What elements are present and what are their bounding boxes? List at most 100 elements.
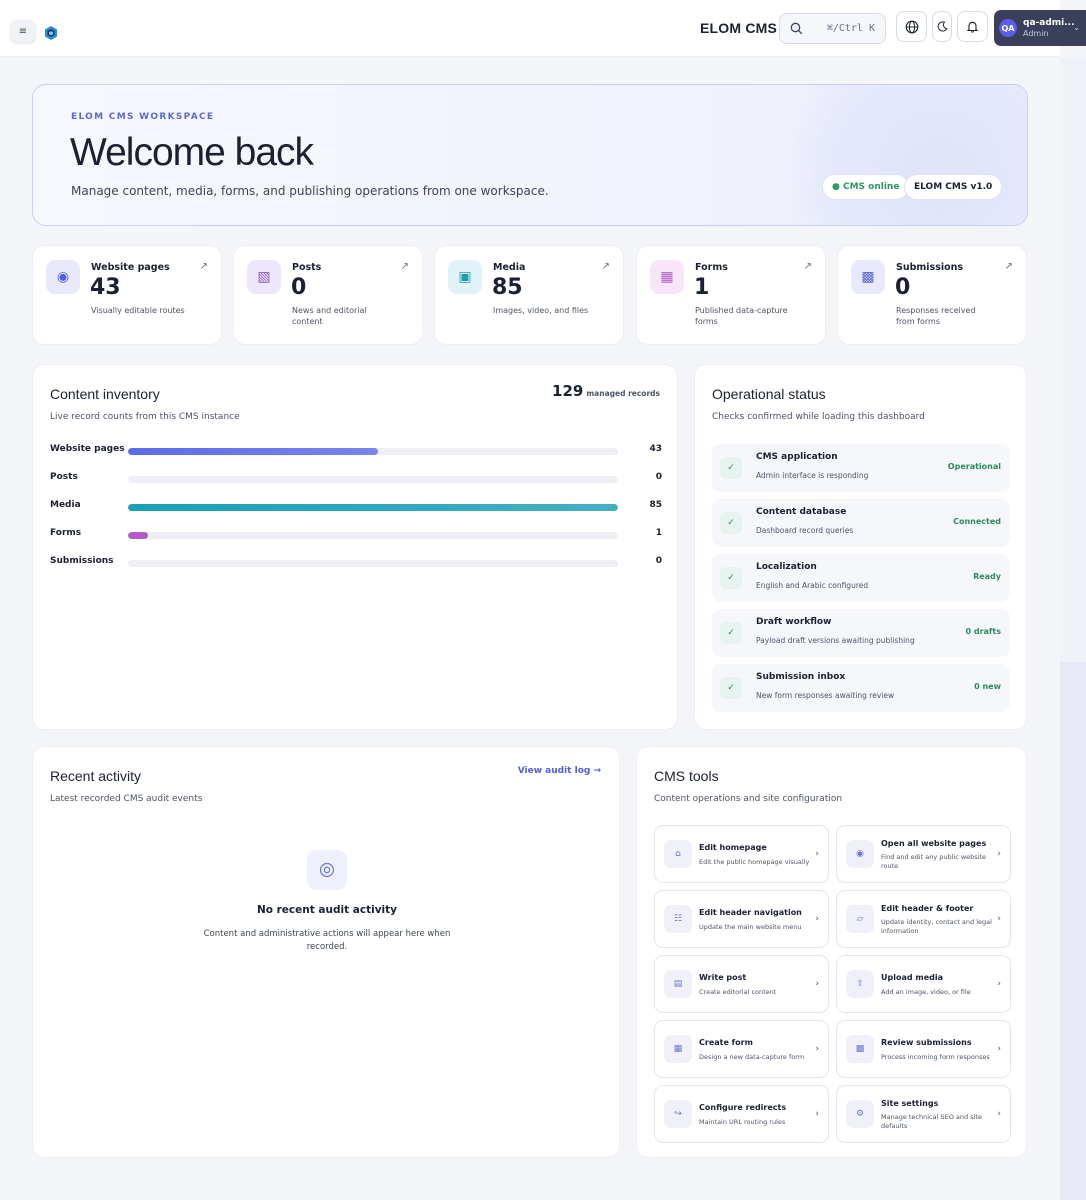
- status-check-title: CMS application: [756, 452, 838, 462]
- inventory-bar-fill: [128, 448, 378, 455]
- status-check-row: ✓ Content database Dashboard record querie…: [712, 499, 1010, 547]
- inventory-value: 0: [655, 472, 662, 482]
- inventory-label: Website pages: [50, 444, 125, 454]
- tool-configure-redirects[interactable]: ↪ Configure redirects Maintain URL routing…: [654, 1085, 829, 1143]
- inventory-subtitle: Live record counts from this CMS instanc…: [50, 412, 240, 422]
- tool-title: Write post: [699, 973, 747, 982]
- managed-records-total: 129 managed records: [552, 382, 660, 400]
- language-button[interactable]: [896, 11, 927, 42]
- tool-description: Edit the public homepage visually: [699, 858, 810, 866]
- external-arrow-icon[interactable]: ↗: [804, 261, 812, 272]
- page-subtitle: Manage content, media, forms, and publis…: [71, 184, 549, 198]
- stat-card-posts[interactable]: ▧ Posts 0 News and editorial content ↗: [233, 245, 423, 345]
- scrollbar-thumb[interactable]: [1060, 662, 1086, 1200]
- tool-description: Maintain URL routing rules: [699, 1118, 786, 1126]
- tool-title: Edit homepage: [699, 843, 767, 852]
- tool-title: Edit header & footer: [881, 904, 974, 913]
- external-arrow-icon[interactable]: ↗: [200, 261, 208, 272]
- stat-description: Visually editable routes: [91, 306, 185, 315]
- brand-title: ELOM CMS: [700, 20, 778, 36]
- inventory-bar-track: [128, 532, 618, 539]
- stat-value: 1: [694, 275, 710, 300]
- check-icon: ✓: [720, 622, 742, 644]
- inventory-row: Submissions 0: [50, 556, 662, 570]
- inventory-value: 43: [649, 444, 662, 454]
- notifications-button[interactable]: [957, 11, 988, 42]
- inventory-label: Media: [50, 500, 81, 510]
- view-audit-log-link[interactable]: View audit log →: [518, 766, 601, 776]
- scrollbar-track[interactable]: [1060, 57, 1086, 662]
- status-badge: 0 drafts: [965, 627, 1002, 636]
- external-arrow-icon[interactable]: ↗: [401, 261, 409, 272]
- tool-edit-header-navigation[interactable]: ☷ Edit header navigation Update the main w…: [654, 890, 829, 948]
- posts-icon: ▧: [247, 260, 281, 294]
- avatar: QA: [999, 19, 1017, 37]
- status-check-row: ✓ Draft workflow Payload draft versions aw…: [712, 609, 1010, 657]
- tool-title: Review submissions: [881, 1038, 972, 1047]
- search-button[interactable]: ⌘/Ctrl K: [779, 13, 886, 44]
- moon-icon: [937, 21, 948, 32]
- external-arrow-icon[interactable]: ↗: [602, 261, 610, 272]
- inventory-title: Content inventory: [50, 386, 160, 402]
- recent-activity-card: Recent activity Latest recorded CMS audi…: [32, 746, 620, 1158]
- configure-redirects-icon: ↪: [664, 1100, 692, 1128]
- stat-card-website-pages[interactable]: ◉ Website pages 43 Visually editable routes…: [32, 245, 222, 345]
- review-submissions-icon: ▩: [846, 1035, 874, 1063]
- chevron-right-icon: ›: [815, 1109, 819, 1119]
- top-bar: ≡ ELOM CMS ⌘/Ctrl K QA qa-admi... Admin …: [0, 0, 1086, 57]
- tool-upload-media[interactable]: ⇧ Upload media Add an image, video, or fil…: [836, 955, 1011, 1013]
- external-arrow-icon[interactable]: ↗: [1005, 261, 1013, 272]
- submissions-icon: ▩: [851, 260, 885, 294]
- status-badge: Connected: [953, 517, 1001, 526]
- stat-card-forms[interactable]: ▦ Forms 1 Published data-capture forms ↗: [636, 245, 826, 345]
- inventory-row: Website pages 43: [50, 444, 662, 458]
- tool-edit-header-footer[interactable]: ▱ Edit header & footer Update identity, co…: [836, 890, 1011, 948]
- theme-toggle-button[interactable]: [932, 11, 952, 42]
- elom-logo-icon[interactable]: [43, 25, 59, 41]
- menu-button[interactable]: ≡: [11, 20, 35, 42]
- chevron-right-icon: ›: [997, 979, 1001, 989]
- tool-title: Upload media: [881, 973, 943, 982]
- upload-media-icon: ⇧: [846, 970, 874, 998]
- tool-site-settings[interactable]: ⚙ Site settings Manage technical SEO and s…: [836, 1085, 1011, 1143]
- forms-icon: ▦: [650, 260, 684, 294]
- cms-tools-card: CMS tools Content operations and site co…: [636, 746, 1027, 1158]
- write-post-icon: ▤: [664, 970, 692, 998]
- edit-header-navigation-icon: ☷: [664, 905, 692, 933]
- inventory-bar-track: [128, 448, 618, 455]
- inventory-value: 1: [655, 528, 662, 538]
- empty-state-description: Content and administrative actions will …: [203, 929, 451, 952]
- tool-write-post[interactable]: ▤ Write post Create editorial content ›: [654, 955, 829, 1013]
- tool-title: Open all website pages: [881, 839, 987, 848]
- inventory-label: Posts: [50, 472, 78, 482]
- tool-description: Process incoming form responses: [881, 1053, 990, 1061]
- user-menu-button[interactable]: QA qa-admi... Admin ⌄: [994, 10, 1086, 46]
- inventory-row: Forms 1: [50, 528, 662, 542]
- chevron-right-icon: ›: [997, 849, 1001, 859]
- operational-title: Operational status: [712, 386, 826, 402]
- inventory-row: Media 85: [50, 500, 662, 514]
- tool-open-all-website-pages[interactable]: ◉ Open all website pages Find and edit any…: [836, 825, 1011, 883]
- bell-icon: [966, 21, 979, 33]
- chevron-right-icon: ›: [815, 849, 819, 859]
- operational-status-card: Operational status Checks confirmed whil…: [694, 364, 1027, 730]
- stat-card-submissions[interactable]: ▩ Submissions 0 Responses received from for…: [837, 245, 1027, 345]
- tool-description: Update the main website menu: [699, 923, 802, 931]
- tool-title: Edit header navigation: [699, 908, 802, 917]
- chevron-right-icon: ›: [815, 979, 819, 989]
- stat-card-media[interactable]: ▣ Media 85 Images, video, and files ↗: [434, 245, 624, 345]
- tool-edit-homepage[interactable]: ⌂ Edit homepage Edit the public homepage v…: [654, 825, 829, 883]
- stat-description: Images, video, and files: [493, 306, 589, 315]
- tools-title: CMS tools: [654, 768, 719, 784]
- search-icon: [790, 22, 803, 35]
- activity-subtitle: Latest recorded CMS audit events: [50, 794, 203, 804]
- site-settings-icon: ⚙: [846, 1100, 874, 1128]
- tool-description: Find and edit any public website route: [881, 853, 987, 870]
- stat-value: 43: [90, 275, 121, 300]
- tool-review-submissions[interactable]: ▩ Review submissions Process incoming form…: [836, 1020, 1011, 1078]
- tool-create-form[interactable]: ▦ Create form Design a new data-capture fo…: [654, 1020, 829, 1078]
- chevron-right-icon: ›: [997, 1044, 1001, 1054]
- status-check-description: Dashboard record queries: [756, 526, 854, 535]
- stat-label: Website pages: [91, 262, 170, 273]
- inventory-bar-track: [128, 560, 618, 567]
